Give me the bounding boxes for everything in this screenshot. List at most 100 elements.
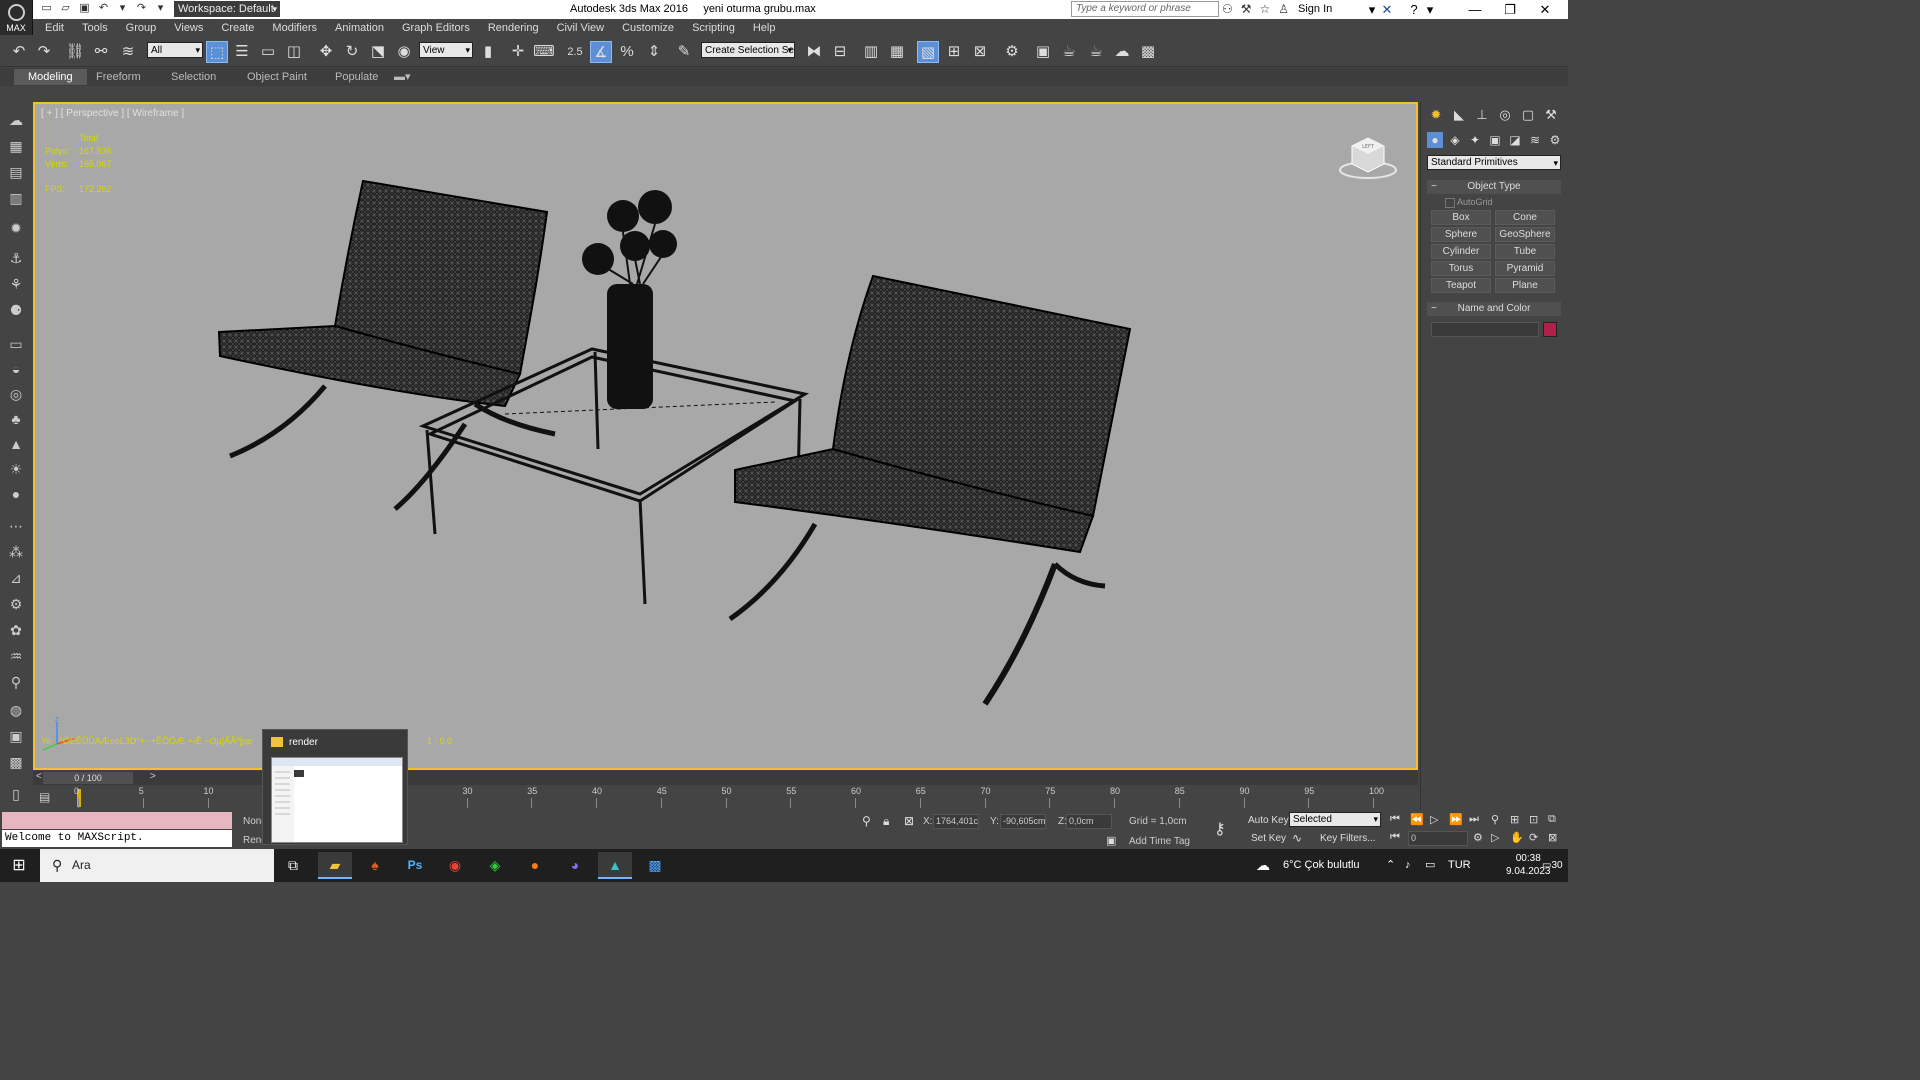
close-button[interactable]: ✕: [1522, 0, 1568, 19]
key-filters-button[interactable]: Key Filters...: [1320, 833, 1376, 844]
plant-icon[interactable]: ♣: [6, 409, 26, 429]
save-icon[interactable]: ▣: [78, 2, 91, 15]
dome-icon[interactable]: ◒: [6, 359, 26, 379]
go-to-end-icon[interactable]: ⏭: [1469, 813, 1479, 826]
motion-tab-icon[interactable]: ◎: [1496, 106, 1514, 124]
mirror-icon[interactable]: ⧓: [803, 41, 825, 63]
mini-curve-editor-icon[interactable]: ▤: [39, 790, 61, 804]
tab-populate[interactable]: Populate: [321, 69, 392, 85]
material-editor-icon[interactable]: ⊠: [969, 41, 991, 63]
tab-freeform[interactable]: Freeform: [82, 69, 155, 85]
task-view-icon[interactable]: ⧉: [276, 852, 310, 879]
play-icon[interactable]: ▷: [1430, 813, 1438, 826]
tab-object-paint[interactable]: Object Paint: [233, 69, 321, 85]
undo-icon[interactable]: ↶: [97, 2, 110, 15]
maxscript-listener-output[interactable]: Welcome to MAXScript.: [2, 830, 232, 847]
command-icon[interactable]: ▯: [6, 784, 26, 804]
scene-explorer-icon[interactable]: ▦: [6, 136, 26, 156]
previous-frame-icon[interactable]: ⏪: [1410, 813, 1424, 826]
file-explorer-icon[interactable]: ▰: [318, 852, 352, 879]
maxscript-listener-input[interactable]: [2, 812, 232, 829]
orbit-icon[interactable]: ⟳: [1529, 831, 1538, 844]
perspective-viewport[interactable]: [ + ] [ Perspective ] [ Wireframe ] Tota…: [33, 102, 1418, 770]
render-iterative-icon[interactable]: ☕: [1085, 41, 1107, 63]
redo-dropdown-icon[interactable]: ▾: [154, 2, 167, 15]
render-cloud-icon[interactable]: ☁: [1111, 41, 1133, 63]
bind-space-warp-icon[interactable]: ≋: [117, 41, 139, 63]
object-type-rollout[interactable]: Object Type: [1427, 180, 1561, 194]
create-tab-icon[interactable]: ✹: [1427, 106, 1445, 124]
rope-icon[interactable]: ⚲: [6, 672, 26, 692]
add-time-tag-button[interactable]: Add Time Tag: [1129, 836, 1190, 847]
render-a360-icon[interactable]: ▩: [1137, 41, 1159, 63]
network-icon[interactable]: ▭: [1425, 849, 1435, 882]
primitive-category-dropdown[interactable]: Standard Primitives: [1427, 155, 1561, 170]
key-mode-dropdown[interactable]: Selected: [1289, 812, 1381, 827]
helper-icon[interactable]: ⚓: [6, 248, 26, 268]
chrome-icon[interactable]: ◉: [438, 852, 472, 879]
scale-icon[interactable]: ⬔: [367, 41, 389, 63]
time-slider-prev-icon[interactable]: <: [36, 771, 42, 782]
workspace-selector[interactable]: Workspace: Default: [174, 1, 280, 17]
help-icon[interactable]: ?: [1404, 0, 1424, 19]
shapes-icon[interactable]: ◈: [1447, 132, 1463, 148]
time-slider[interactable]: < 0 / 100 >: [33, 771, 1418, 785]
camera-icon[interactable]: ⚈: [6, 300, 26, 320]
graphite-toggle-icon[interactable]: ▦: [886, 41, 908, 63]
box-button[interactable]: Box: [1431, 210, 1491, 225]
star-icon[interactable]: ☆: [1260, 2, 1271, 16]
volume-icon[interactable]: ♪: [1405, 849, 1411, 882]
object-name-input[interactable]: [1431, 322, 1539, 337]
cone-button[interactable]: Cone: [1495, 210, 1555, 225]
user-icon[interactable]: ♙: [1278, 2, 1289, 16]
utilities-tab-icon[interactable]: ⚒: [1542, 106, 1560, 124]
light-bulb-icon[interactable]: ✹: [6, 218, 26, 238]
field-of-view-icon[interactable]: ▷: [1491, 831, 1499, 844]
sphere-icon[interactable]: ●: [6, 484, 26, 504]
grass-icon[interactable]: ✿: [6, 620, 26, 640]
schematic-view-icon[interactable]: ⊞: [943, 41, 965, 63]
menu-animation[interactable]: Animation: [326, 22, 393, 34]
percent-snap-icon[interactable]: %: [616, 41, 638, 63]
time-slider-next-icon[interactable]: >: [150, 771, 156, 782]
align-icon[interactable]: ⊟: [829, 41, 851, 63]
selection-filter-dropdown[interactable]: All: [147, 42, 203, 58]
curve-editor-icon[interactable]: ▧: [917, 41, 939, 63]
redo-icon[interactable]: ↷: [33, 41, 55, 63]
cone-light-icon[interactable]: ▲: [6, 434, 26, 454]
unlink-icon[interactable]: ⚯: [90, 41, 112, 63]
pyramid-button[interactable]: Pyramid: [1495, 261, 1555, 276]
select-by-name-icon[interactable]: ☰: [231, 41, 253, 63]
cylinder-button[interactable]: Cylinder: [1431, 244, 1491, 259]
pivot-center-icon[interactable]: ▮: [477, 41, 499, 63]
rectangular-selection-icon[interactable]: ▭: [257, 41, 279, 63]
spinner-snap-icon[interactable]: ⇕: [643, 41, 665, 63]
track-bar[interactable]: ▤ 05101520253035404550556065707580859095…: [33, 786, 1418, 810]
vase[interactable]: [607, 284, 653, 409]
layer-manager-icon[interactable]: ▥: [860, 41, 882, 63]
new-file-icon[interactable]: ▭: [40, 2, 53, 15]
plane-button[interactable]: Plane: [1495, 278, 1555, 293]
keyboard-shortcut-override-icon[interactable]: ⌨: [533, 41, 555, 63]
name-color-rollout[interactable]: Name and Color: [1427, 302, 1561, 316]
key-mode-toggle-icon[interactable]: ⏮: [1390, 831, 1400, 844]
language-indicator[interactable]: TUR: [1448, 849, 1471, 882]
x-coordinate-field[interactable]: 1764,401c: [933, 814, 979, 829]
menu-scripting[interactable]: Scripting: [683, 22, 744, 34]
move-icon[interactable]: ✥: [315, 41, 337, 63]
weather-text[interactable]: 6°C Çok bulutlu: [1283, 849, 1360, 882]
tray-overflow-icon[interactable]: ⌃: [1386, 849, 1395, 882]
3ds-max-icon[interactable]: ▲: [598, 852, 632, 879]
edit-named-selection-icon[interactable]: ✎: [673, 41, 695, 63]
key-tangent-icon[interactable]: ∿: [1292, 831, 1302, 845]
open-file-icon[interactable]: ▱: [59, 2, 72, 15]
menu-customize[interactable]: Customize: [613, 22, 683, 34]
gear-icon[interactable]: ⚙: [6, 594, 26, 614]
discord-icon[interactable]: ◕: [558, 852, 592, 879]
z-coordinate-field[interactable]: 0,0cm: [1066, 814, 1112, 829]
right-chair-leg[interactable]: [1053, 562, 1106, 589]
current-frame-field[interactable]: 0: [1408, 831, 1468, 846]
placement-icon[interactable]: ◉: [393, 41, 415, 63]
helpers-icon[interactable]: ◪: [1507, 132, 1523, 148]
absolute-mode-icon[interactable]: ⊠: [904, 814, 914, 828]
